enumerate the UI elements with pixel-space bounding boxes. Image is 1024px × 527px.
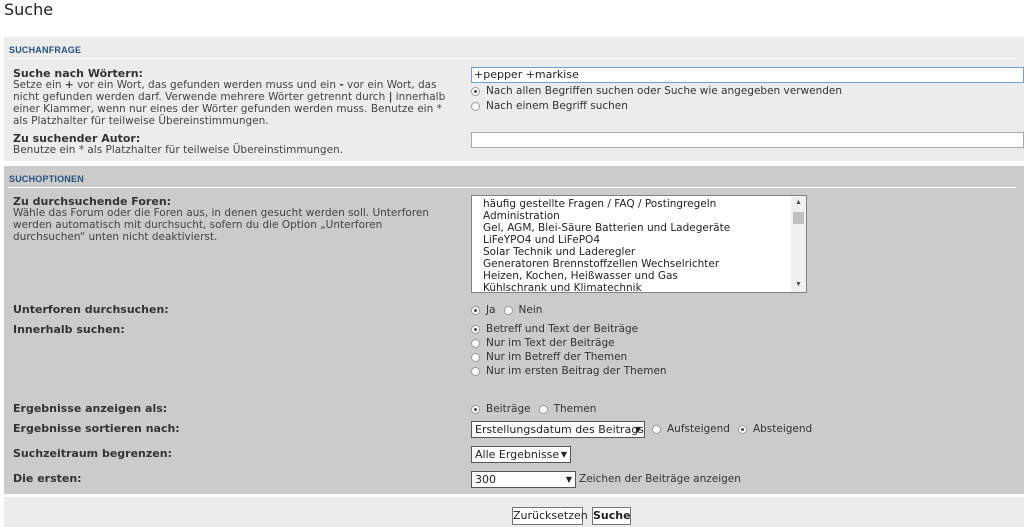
forums-listbox[interactable]: häufig gestellte Fragen / FAQ / Postingr… (471, 195, 807, 293)
search-within-option-label: Nur im Text der Beiträge (486, 337, 615, 349)
forum-option[interactable]: Solar Technik und Laderegler (472, 246, 806, 258)
time-limit-select[interactable]: Alle Ergebnisse ▼ (471, 446, 571, 463)
sort-descending[interactable]: Absteigend (753, 423, 812, 435)
chevron-down-icon: ▼ (560, 450, 567, 459)
radio-icon[interactable] (652, 424, 661, 434)
author-description: Benutze ein * als Platzhalter für teilwe… (13, 144, 344, 156)
return-chars-suffix: Zeichen der Beiträge anzeigen (579, 473, 741, 485)
subforums-option-yes[interactable]: Ja (486, 304, 496, 316)
forum-option[interactable]: Heizen, Kochen, Heißwasser und Gas (472, 270, 806, 282)
display-option-posts[interactable]: Beiträge (486, 403, 531, 415)
radio-icon[interactable] (503, 305, 513, 315)
terms-option-label: Nach allen Begriffen suchen oder Suche w… (486, 85, 843, 97)
scrollbar-thumb[interactable] (793, 212, 804, 224)
terms-option-label: Nach einem Begriff suchen (486, 100, 628, 112)
search-button[interactable]: Suche (592, 507, 631, 525)
section-heading-query: SUCHANFRAGE (9, 45, 82, 55)
forum-option[interactable]: Generatoren Brennstoffzellen Wechselrich… (472, 258, 806, 270)
listbox-scrollbar[interactable]: ▲ ▼ (791, 196, 806, 292)
subforums-label: Unterforen durchsuchen: (13, 303, 169, 316)
radio-checked-icon[interactable] (471, 86, 480, 96)
scroll-down-icon[interactable]: ▼ (791, 278, 806, 292)
return-chars-select[interactable]: 300 ▼ (471, 471, 576, 488)
radio-checked-icon[interactable] (471, 404, 480, 414)
time-limit-label: Suchzeitraum begrenzen: (13, 447, 172, 460)
radio-icon[interactable] (471, 366, 480, 376)
page-title: Suche (4, 0, 54, 19)
section-divider (8, 58, 1016, 59)
return-chars-label: Die ersten: (13, 472, 82, 485)
forum-option[interactable]: Kühlschrank und Klimatechnik (472, 282, 806, 292)
forum-option[interactable]: häufig gestellte Fragen / FAQ / Postingr… (472, 198, 806, 210)
search-within-option[interactable]: Nur im Text der Beiträge (471, 337, 615, 349)
time-limit-value: Alle Ergebnisse (475, 448, 560, 461)
chevron-down-icon: ▼ (565, 475, 572, 484)
sort-label: Ergebnisse sortieren nach: (13, 422, 180, 435)
search-within-option[interactable]: Nur im ersten Beitrag der Themen (471, 365, 667, 377)
section-heading-options: SUCHOPTIONEN (9, 174, 84, 184)
forum-option[interactable]: Administration (472, 210, 806, 222)
radio-icon[interactable] (471, 338, 480, 348)
search-within-label: Innerhalb suchen: (13, 323, 125, 336)
forums-description: Wähle das Forum oder die Foren aus, in d… (13, 207, 430, 243)
sort-direction-group: Aufsteigend Absteigend (652, 423, 812, 435)
display-option-topics[interactable]: Themen (554, 403, 597, 415)
terms-option-all[interactable]: Nach allen Begriffen suchen oder Suche w… (471, 85, 842, 97)
search-within-option-label: Nur im Betreff der Themen (486, 351, 628, 363)
search-within-option-label: Nur im ersten Beitrag der Themen (486, 365, 667, 377)
radio-icon[interactable] (538, 404, 548, 414)
return-chars-value: 300 (475, 473, 496, 486)
radio-icon[interactable] (471, 352, 480, 362)
radio-icon[interactable] (471, 101, 480, 111)
scroll-up-icon[interactable]: ▲ (791, 196, 806, 210)
chevron-down-icon: ▼ (634, 425, 641, 434)
sort-key-value: Erstellungsdatum des Beitrags (475, 423, 644, 436)
reset-button[interactable]: Zurücksetzen (512, 507, 588, 525)
display-as-label: Ergebnisse anzeigen als: (13, 402, 168, 415)
radio-checked-icon[interactable] (737, 424, 747, 434)
sort-ascending[interactable]: Aufsteigend (667, 423, 730, 435)
sort-key-select[interactable]: Erstellungsdatum des Beitrags ▼ (471, 421, 645, 438)
radio-checked-icon[interactable] (471, 305, 480, 315)
radio-checked-icon[interactable] (471, 324, 480, 334)
terms-option-any[interactable]: Nach einem Begriff suchen (471, 100, 628, 112)
author-input[interactable] (471, 132, 1024, 148)
keywords-description: Setze ein + vor ein Wort, das gefunden w… (13, 79, 446, 127)
search-within-option-label: Betreff und Text der Beiträge (486, 323, 639, 335)
subforums-option-no[interactable]: Nein (519, 304, 543, 316)
section-divider (8, 187, 1016, 188)
display-radio-group: Beiträge Themen (471, 403, 596, 415)
search-within-option[interactable]: Betreff und Text der Beiträge (471, 323, 638, 335)
keywords-input[interactable]: +pepper +markise (471, 67, 1024, 83)
search-within-option[interactable]: Nur im Betreff der Themen (471, 351, 627, 363)
forum-option[interactable]: Gel, AGM, Blei-Säure Batterien und Ladeg… (472, 222, 806, 234)
subforums-radio-group: Ja Nein (471, 304, 542, 316)
forum-option[interactable]: LiFeYPO4 und LiFePO4 (472, 234, 806, 246)
